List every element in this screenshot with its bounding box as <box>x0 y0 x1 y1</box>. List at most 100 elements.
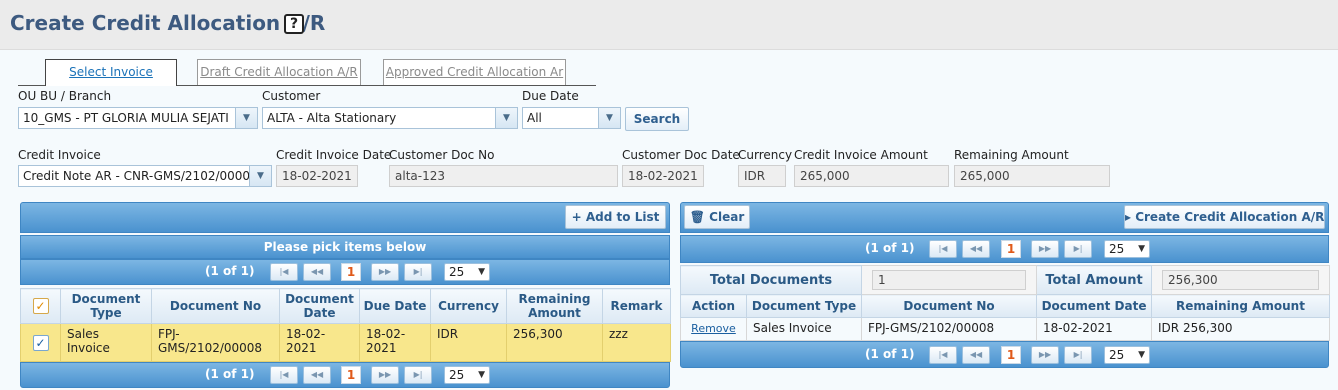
col-document-date[interactable]: Document Date <box>279 288 360 324</box>
check-icon: ✓ <box>32 298 49 314</box>
last-page-icon[interactable]: ▶| <box>1064 240 1092 258</box>
customer-doc-no-label: Customer Doc No <box>389 148 495 162</box>
search-button[interactable]: Search <box>625 107 689 131</box>
prev-page-icon[interactable]: ◀◀ <box>303 263 331 281</box>
right-pager-bottom-size[interactable]: 25 ▼ <box>1104 346 1150 364</box>
left-grid-caption: Please pick items below <box>263 240 427 254</box>
play-icon: ▸ <box>1125 210 1136 224</box>
customer-select[interactable]: ALTA - Alta Stationary ▼ <box>262 107 518 129</box>
credit-invoice-label: Credit Invoice <box>18 148 101 162</box>
chevron-down-icon[interactable]: ▼ <box>249 166 271 186</box>
next-page-icon[interactable]: ▶▶ <box>1031 240 1059 258</box>
cell-remark: zzz <box>602 323 671 362</box>
prev-page-icon[interactable]: ◀◀ <box>962 346 990 364</box>
first-page-icon[interactable]: |◀ <box>929 346 957 364</box>
cell-currency: IDR <box>430 323 507 362</box>
col-action[interactable]: Action <box>680 294 747 318</box>
customer-doc-date-field: 18-02-2021 <box>622 165 704 187</box>
col-currency[interactable]: Currency <box>430 288 507 324</box>
first-page-icon[interactable]: |◀ <box>929 240 957 258</box>
total-documents-field: 1 <box>872 270 1027 290</box>
cell-document-date: 18-02-2021 <box>279 323 360 362</box>
col-remaining-amount[interactable]: Remaining Amount <box>506 288 603 324</box>
left-pager-top-size[interactable]: 25 ▼ <box>444 263 490 281</box>
tab-select-invoice[interactable]: Select Invoice <box>45 59 177 86</box>
left-pager-top-page[interactable]: 1 <box>341 263 361 281</box>
chevron-down-icon: ▼ <box>1138 350 1145 360</box>
ou-value: 10_GMS - PT GLORIA MULIA SEJATI <box>23 111 229 125</box>
create-credit-allocation-button[interactable]: ▸ Create Credit Allocation A/R <box>1124 205 1325 229</box>
total-amount-label: Total Amount <box>1036 265 1153 295</box>
left-grid-table: ✓ Document Type Document No Document Dat… <box>20 288 671 362</box>
col-document-date[interactable]: Document Date <box>1036 294 1153 318</box>
total-amount-cell: 256,300 <box>1151 265 1331 295</box>
chevron-down-icon: ▼ <box>1138 244 1145 254</box>
col-document-no[interactable]: Document No <box>151 288 280 324</box>
table-row: Remove Sales Invoice FPJ-GMS/2102/00008 … <box>680 317 1331 341</box>
customer-doc-no-field: alta-123 <box>389 165 618 187</box>
right-pager-top-page[interactable]: 1 <box>1001 240 1021 258</box>
col-document-type[interactable]: Document Type <box>60 288 152 324</box>
col-document-no[interactable]: Document No <box>861 294 1038 318</box>
tab-draft-credit-allocation[interactable]: Draft Credit Allocation A/R <box>197 59 361 85</box>
row-checkbox[interactable]: ✓ <box>20 323 61 362</box>
credit-invoice-select[interactable]: Credit Note AR - CNR-GMS/2102/00001 ▼ <box>18 165 272 187</box>
due-date-select[interactable]: All ▼ <box>522 107 621 129</box>
next-page-icon[interactable]: ▶▶ <box>371 263 399 281</box>
col-remaining-amount[interactable]: Remaining Amount <box>1151 294 1331 318</box>
trash-icon: 🗑 <box>689 210 710 224</box>
customer-label: Customer <box>262 89 321 103</box>
next-page-icon[interactable]: ▶▶ <box>1031 346 1059 364</box>
first-page-icon[interactable]: |◀ <box>270 366 298 384</box>
add-to-list-button[interactable]: + Add to List <box>565 205 666 229</box>
select-all-checkbox[interactable]: ✓ <box>20 288 61 324</box>
credit-invoice-amount-label: Credit Invoice Amount <box>794 148 928 162</box>
remaining-amount-field: 265,000 <box>954 165 1110 187</box>
left-pager-bottom-page[interactable]: 1 <box>341 366 361 384</box>
clear-button[interactable]: 🗑 Clear <box>684 205 750 229</box>
last-page-icon[interactable]: ▶| <box>404 263 432 281</box>
chevron-down-icon[interactable]: ▼ <box>495 108 517 128</box>
last-page-icon[interactable]: ▶| <box>1064 346 1092 364</box>
due-date-label: Due Date <box>522 89 579 103</box>
credit-invoice-amount-field: 265,000 <box>794 165 949 187</box>
total-documents-label: Total Documents <box>679 265 863 295</box>
col-document-type[interactable]: Document Type <box>745 294 863 318</box>
help-icon[interactable]: ? <box>284 14 304 34</box>
currency-field: IDR <box>738 165 786 187</box>
credit-invoice-date-field: 18-02-2021 <box>276 165 358 187</box>
last-page-icon[interactable]: ▶| <box>404 366 432 384</box>
chevron-down-icon: ▼ <box>478 267 485 277</box>
ou-select[interactable]: 10_GMS - PT GLORIA MULIA SEJATI ▼ <box>18 107 258 129</box>
currency-label: Currency <box>738 148 793 162</box>
due-date-value: All <box>527 111 542 125</box>
right-pager-top-size[interactable]: 25 ▼ <box>1104 240 1150 258</box>
cell-document-no: FPJ-GMS/2102/00008 <box>861 317 1038 341</box>
cell-due-date: 18-02-2021 <box>359 323 431 362</box>
table-row[interactable]: ✓ Sales Invoice FPJ-GMS/2102/00008 18-02… <box>20 323 671 362</box>
customer-doc-date-label: Customer Doc Date <box>622 148 740 162</box>
prev-page-icon[interactable]: ◀◀ <box>303 366 331 384</box>
chevron-down-icon[interactable]: ▼ <box>598 108 620 128</box>
left-pager-bottom-size[interactable]: 25 ▼ <box>444 366 490 384</box>
right-pager-bottom-page[interactable]: 1 <box>1001 346 1021 364</box>
prev-page-icon[interactable]: ◀◀ <box>962 240 990 258</box>
cell-document-type: Sales Invoice <box>745 317 863 341</box>
remaining-amount-label: Remaining Amount <box>954 148 1069 162</box>
col-due-date[interactable]: Due Date <box>359 288 431 324</box>
next-page-icon[interactable]: ▶▶ <box>371 366 399 384</box>
page-header: Create Credit Allocation A/R ? <box>0 0 1338 50</box>
plus-icon: + <box>571 210 586 224</box>
cell-remaining: IDR 256,300 <box>1151 317 1331 341</box>
chevron-down-icon[interactable]: ▼ <box>235 108 257 128</box>
create-credit-allocation-label: Create Credit Allocation A/R <box>1135 210 1325 224</box>
first-page-icon[interactable]: |◀ <box>270 263 298 281</box>
chevron-down-icon: ▼ <box>478 370 485 380</box>
remove-link[interactable]: Remove <box>691 322 736 335</box>
page-size-value: 25 <box>449 368 465 382</box>
add-to-list-label: Add to List <box>585 210 660 224</box>
tab-approved-credit-allocation[interactable]: Approved Credit Allocation Ar <box>383 59 566 85</box>
left-pager-top-text: (1 of 1) <box>205 264 255 278</box>
page-size-value: 25 <box>1109 242 1125 256</box>
col-remark[interactable]: Remark <box>602 288 671 324</box>
